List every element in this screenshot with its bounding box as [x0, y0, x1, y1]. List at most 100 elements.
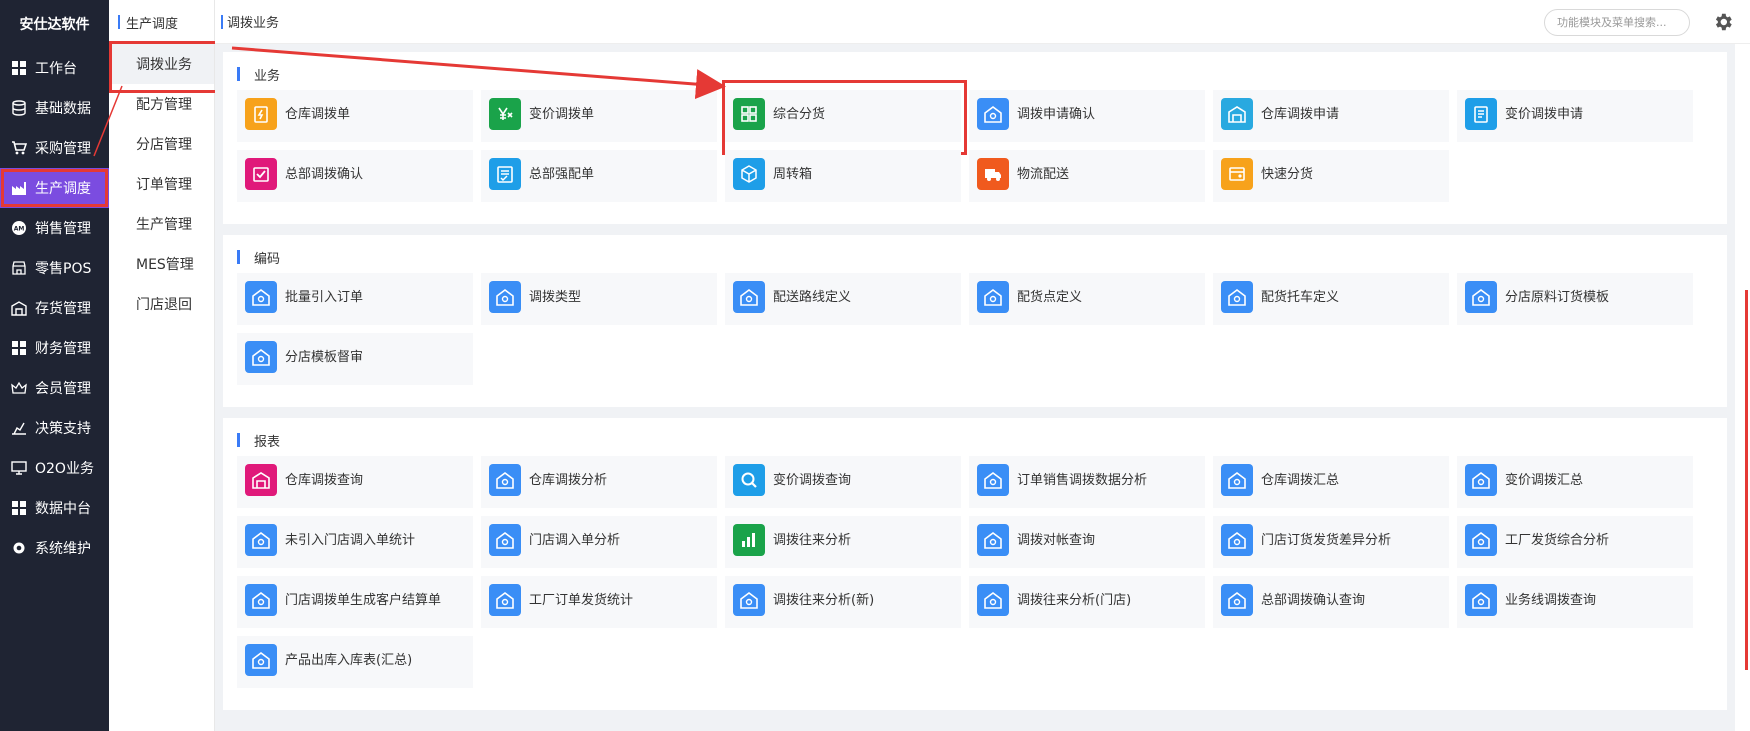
sidebar-item-11[interactable]: 数据中台	[0, 488, 109, 528]
module-tile[interactable]: 调拨往来分析(门店)	[969, 576, 1205, 628]
tile-label: 调拨往来分析(门店)	[1017, 593, 1132, 608]
module-tile[interactable]: 门店订货发货差异分析	[1213, 516, 1449, 568]
subnav-item-3[interactable]: 订单管理	[109, 164, 214, 204]
sidebar-item-7[interactable]: 财务管理	[0, 328, 109, 368]
house-icon	[1465, 281, 1497, 313]
module-tile[interactable]: 仓库调拨分析	[481, 456, 717, 508]
module-tile[interactable]: 调拨对帐查询	[969, 516, 1205, 568]
module-tile[interactable]: 工厂订单发货统计	[481, 576, 717, 628]
module-tile[interactable]: 物流配送	[969, 150, 1205, 202]
module-tile[interactable]: 未引入门店调入单统计	[237, 516, 473, 568]
module-tile[interactable]: 订单销售调拨数据分析	[969, 456, 1205, 508]
house-icon	[1221, 464, 1253, 496]
tile-label: 变价调拨单	[529, 107, 595, 122]
module-tile[interactable]: 门店调拨单生成客户结算单	[237, 576, 473, 628]
tile-label: 配货托车定义	[1261, 290, 1340, 305]
database-icon	[10, 99, 28, 117]
sidebar-item-label: 数据中台	[35, 501, 91, 517]
sidebar-item-label: 会员管理	[35, 381, 91, 397]
module-tile[interactable]: 调拨申请确认	[969, 90, 1205, 142]
module-tile[interactable]: 调拨往来分析(新)	[725, 576, 961, 628]
cart-icon	[10, 139, 28, 157]
house-icon	[977, 281, 1009, 313]
module-tile[interactable]: 仓库调拨单	[237, 90, 473, 142]
scrollbar[interactable]	[1745, 290, 1748, 670]
sidebar-item-2[interactable]: 采购管理	[0, 128, 109, 168]
sidebar-item-12[interactable]: 系统维护	[0, 528, 109, 568]
house-icon	[489, 464, 521, 496]
house-icon	[1465, 584, 1497, 616]
module-tile[interactable]: 变价调拨申请	[1457, 90, 1693, 142]
module-tile[interactable]: 总部调拨确认查询	[1213, 576, 1449, 628]
module-tile[interactable]: 总部强配单	[481, 150, 717, 202]
search-input[interactable]	[1544, 9, 1690, 36]
module-tile[interactable]: 批量引入订单	[237, 273, 473, 325]
price-change-icon	[489, 98, 521, 130]
module-tile[interactable]: 快速分货	[1213, 150, 1449, 202]
section-title: 编码	[237, 247, 1716, 267]
module-tile[interactable]: 分店原料订货模板	[1457, 273, 1693, 325]
sidebar-item-3[interactable]: 生产调度	[0, 168, 109, 208]
tile-label: 工厂发货综合分析	[1505, 533, 1610, 548]
tile-label: 变价调拨查询	[773, 473, 852, 488]
module-tile[interactable]: 变价调拨单	[481, 90, 717, 142]
settings-gear-icon[interactable]	[1712, 11, 1734, 33]
top-bar: 调拨业务	[215, 0, 1750, 44]
store-icon	[10, 259, 28, 277]
card-icon	[1221, 158, 1253, 190]
sidebar-item-label: 基础数据	[35, 101, 91, 117]
subnav-item-5[interactable]: MES管理	[109, 244, 214, 284]
sidebar-item-9[interactable]: 决策支持	[0, 408, 109, 448]
gear-icon	[10, 539, 28, 557]
module-tile[interactable]: 业务线调拨查询	[1457, 576, 1693, 628]
house-icon	[1465, 464, 1497, 496]
subnav-item-2[interactable]: 分店管理	[109, 124, 214, 164]
four-squares-icon	[733, 98, 765, 130]
subnav-item-4[interactable]: 生产管理	[109, 204, 214, 244]
subnav-menu: 调拨业务 配方管理 分店管理 订单管理 生产管理 MES管理 门店退回	[109, 41, 219, 324]
module-tile[interactable]: 变价调拨汇总	[1457, 456, 1693, 508]
module-tile[interactable]: 产品出库入库表(汇总)	[237, 636, 473, 688]
module-tile[interactable]: 总部调拨确认	[237, 150, 473, 202]
module-tile[interactable]: 工厂发货综合分析	[1457, 516, 1693, 568]
module-tile[interactable]: 仓库调拨查询	[237, 456, 473, 508]
sidebar-item-6[interactable]: 存货管理	[0, 288, 109, 328]
module-tile[interactable]: 仓库调拨申请	[1213, 90, 1449, 142]
sidebar-item-8[interactable]: 会员管理	[0, 368, 109, 408]
subnav-item-6[interactable]: 门店退回	[109, 284, 214, 324]
tile-label: 门店调拨单生成客户结算单	[285, 593, 442, 608]
sections-container: 业务 仓库调拨单 变价调拨单 综合分货 调拨申请确认 仓库调拨申请 变价调拨申请 总部调拨确认…	[223, 52, 1735, 710]
tile-label: 配送路线定义	[773, 290, 852, 305]
tile-grid: 仓库调拨单 变价调拨单 综合分货 调拨申请确认 仓库调拨申请 变价调拨申请总部调拨确认 总部…	[237, 80, 1716, 202]
section-card: 编码批量引入订单 调拨类型 配送路线定义 配货点定义 配货托车定义 分店原料订货模板分店模…	[223, 235, 1727, 407]
sidebar-item-4[interactable]: AM 销售管理	[0, 208, 109, 248]
tile-label: 综合分货	[773, 107, 826, 122]
module-tile[interactable]: 周转箱	[725, 150, 961, 202]
sidebar-item-1[interactable]: 基础数据	[0, 88, 109, 128]
module-tile[interactable]: 调拨类型	[481, 273, 717, 325]
module-tile[interactable]: 配送路线定义	[725, 273, 961, 325]
module-tile[interactable]: 配货点定义	[969, 273, 1205, 325]
module-tile[interactable]: 配货托车定义	[1213, 273, 1449, 325]
warehouse-icon	[245, 464, 277, 496]
tile-label: 工厂订单发货统计	[529, 593, 634, 608]
module-tile[interactable]: 仓库调拨汇总	[1213, 456, 1449, 508]
sidebar-item-0[interactable]: 工作台	[0, 48, 109, 88]
house-icon	[1221, 281, 1253, 313]
subnav-item-0[interactable]: 调拨业务	[109, 41, 219, 93]
tile-label: 仓库调拨查询	[285, 473, 364, 488]
tile-label: 调拨申请确认	[1017, 107, 1096, 122]
sidebar-item-10[interactable]: O2O业务	[0, 448, 109, 488]
module-tile[interactable]: 调拨往来分析	[725, 516, 961, 568]
subnav-item-1[interactable]: 配方管理	[109, 84, 214, 124]
sidebar-item-5[interactable]: 零售POS	[0, 248, 109, 288]
sidebar-item-label: 系统维护	[35, 541, 91, 557]
main-content: 业务 仓库调拨单 变价调拨单 综合分货 调拨申请确认 仓库调拨申请 变价调拨申请 总部调拨确认…	[215, 44, 1735, 731]
grid-icon	[10, 499, 28, 517]
warehouse-icon	[10, 299, 28, 317]
module-tile[interactable]: 分店模板督审	[237, 333, 473, 385]
module-tile[interactable]: 综合分货	[722, 80, 967, 155]
sidebar-item-label: 销售管理	[35, 221, 91, 237]
module-tile[interactable]: 变价调拨查询	[725, 456, 961, 508]
module-tile[interactable]: 门店调入单分析	[481, 516, 717, 568]
